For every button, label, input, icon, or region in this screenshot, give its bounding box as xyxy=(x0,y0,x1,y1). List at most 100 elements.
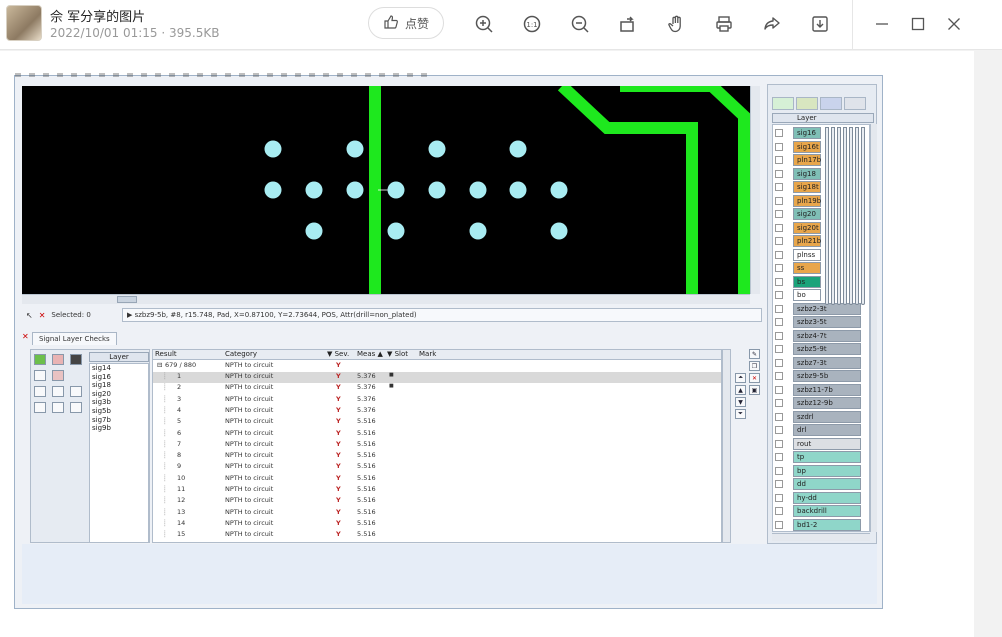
layer-row[interactable]: szbz9-5b xyxy=(793,370,861,382)
pad[interactable] xyxy=(264,181,282,199)
next-icon[interactable]: ▼ xyxy=(735,397,746,407)
pad[interactable] xyxy=(428,140,446,158)
table-row[interactable]: ┊ 5 NPTH to circuit Y 5.516 xyxy=(153,417,721,428)
layer-panel-vscroll[interactable] xyxy=(870,124,877,532)
layer-row[interactable]: szbz3-5t xyxy=(793,316,861,328)
pad[interactable] xyxy=(387,222,405,240)
pad[interactable] xyxy=(264,140,282,158)
pad[interactable] xyxy=(469,222,487,240)
run-check-icon[interactable] xyxy=(34,354,46,365)
close-panel-icon[interactable]: ✕ xyxy=(22,332,29,341)
layer-row[interactable]: szbz12-9b xyxy=(793,397,861,409)
rotate-icon[interactable] xyxy=(616,12,640,36)
layer-visibility-checkbox[interactable] xyxy=(775,304,783,313)
layer-visibility-checkbox[interactable] xyxy=(775,426,783,434)
layer-row[interactable]: tp xyxy=(793,451,861,463)
results-scrollbar[interactable] xyxy=(722,349,731,543)
layer-list-item[interactable]: sig14 xyxy=(92,364,148,373)
pad[interactable] xyxy=(469,181,487,199)
sort-icon[interactable] xyxy=(52,386,64,397)
column-header[interactable]: Meas ▲ xyxy=(357,350,383,358)
print-icon[interactable] xyxy=(712,12,736,36)
layer-visibility-checkbox[interactable] xyxy=(775,250,783,259)
report-icon[interactable] xyxy=(52,354,64,365)
last-icon[interactable]: ⏷ xyxy=(735,409,746,419)
layer-column-header[interactable]: Layer xyxy=(89,352,149,362)
layer-visibility-checkbox[interactable] xyxy=(775,520,783,529)
layer-visibility-checkbox[interactable] xyxy=(775,331,783,340)
layer-row[interactable]: hy-dd xyxy=(793,491,861,504)
layer-visibility-checkbox[interactable] xyxy=(775,493,783,502)
layer-visibility-checkbox[interactable] xyxy=(775,412,783,421)
filter-icon[interactable] xyxy=(34,370,46,381)
layer-row[interactable]: szbz7-3t xyxy=(793,356,861,369)
pointer-icon[interactable]: ↖ xyxy=(26,311,33,320)
pad[interactable] xyxy=(509,140,527,158)
layer-row[interactable]: bp xyxy=(793,464,861,477)
tab-edit[interactable] xyxy=(796,97,818,110)
layer-panel-hscroll[interactable] xyxy=(772,533,870,541)
column-header[interactable]: Mark xyxy=(419,350,436,358)
pad[interactable] xyxy=(387,181,405,199)
table-row[interactable]: ⊟ 679 / 880 NPTH to circuit Y xyxy=(153,361,721,372)
copy-icon[interactable]: ❐ xyxy=(749,361,760,371)
scroll-thumb[interactable] xyxy=(117,296,137,303)
layer-visibility-checkbox[interactable] xyxy=(775,453,783,461)
column-header[interactable]: Category xyxy=(225,350,257,358)
layer-visibility-checkbox[interactable] xyxy=(775,169,783,178)
table-row[interactable]: ┊ 12 NPTH to circuit Y 5.516 xyxy=(153,496,721,507)
delete-icon[interactable]: ✕ xyxy=(749,373,760,383)
layer-row[interactable]: ss xyxy=(793,262,821,274)
layer-visibility-checkbox[interactable] xyxy=(775,223,783,232)
zoom-out-icon[interactable] xyxy=(568,12,592,36)
prev-icon[interactable]: ▲ xyxy=(735,385,746,395)
layer-list-item[interactable]: sig3b xyxy=(92,398,148,407)
column-header[interactable]: ▼ Sev. xyxy=(327,350,349,358)
layer-row[interactable]: rout xyxy=(793,437,861,450)
layer-visibility-checkbox[interactable] xyxy=(775,210,783,218)
select-icon[interactable] xyxy=(70,386,82,397)
layer-list-item[interactable]: sig20 xyxy=(92,390,148,399)
layer-list-item[interactable]: sig5b xyxy=(92,407,148,416)
tab-options[interactable] xyxy=(844,97,866,110)
pad[interactable] xyxy=(346,140,364,158)
layer-visibility-checkbox[interactable] xyxy=(775,237,783,245)
layer-visibility-checkbox[interactable] xyxy=(775,399,783,407)
pcb-view[interactable] xyxy=(22,86,750,294)
hand-icon[interactable] xyxy=(664,12,688,36)
table-row[interactable]: ┊ 9 NPTH to circuit Y 5.516 xyxy=(153,462,721,473)
layer-visibility-checkbox[interactable] xyxy=(775,466,783,475)
layer-visibility-checkbox[interactable] xyxy=(775,385,783,394)
table-row[interactable]: ┊ 13 NPTH to circuit Y 5.516 xyxy=(153,508,721,519)
search-icon[interactable] xyxy=(34,402,46,413)
table-row[interactable]: ┊ 11 NPTH to circuit Y 5.516 xyxy=(153,485,721,496)
layer-row[interactable]: bs xyxy=(793,275,821,288)
close-icon[interactable] xyxy=(944,14,964,34)
table-row[interactable]: ┊ 8 NPTH to circuit Y 5.516 xyxy=(153,451,721,462)
table-row[interactable]: ┊ 15 NPTH to circuit Y 5.516 xyxy=(153,530,721,541)
layer-visibility-checkbox[interactable] xyxy=(775,358,783,367)
pad[interactable] xyxy=(428,181,446,199)
layer-visibility-checkbox[interactable] xyxy=(775,507,783,515)
layer-visibility-checkbox[interactable] xyxy=(775,291,783,299)
layer-list-item[interactable]: sig9b xyxy=(92,424,148,433)
minimize-icon[interactable] xyxy=(872,14,892,34)
layer-row[interactable]: pln21b xyxy=(793,235,821,247)
clear-selection-icon[interactable]: ✕ xyxy=(39,311,46,320)
layer-visibility-checkbox[interactable] xyxy=(775,264,783,272)
funnel-icon[interactable] xyxy=(52,370,64,381)
table-row[interactable]: ┊ 4 NPTH to circuit Y 5.376 xyxy=(153,406,721,417)
layer-row[interactable]: pln19b xyxy=(793,194,821,207)
pad[interactable] xyxy=(305,181,323,199)
results-grid[interactable]: Result Category ▼ Sev. Meas ▲ ▼ Slot Mark ⊟ 67… xyxy=(152,349,722,543)
layer-row[interactable]: drl xyxy=(793,424,861,436)
layer-visibility-checkbox[interactable] xyxy=(775,345,783,353)
layer-row[interactable]: plnss xyxy=(793,248,821,261)
layer-visibility-checkbox[interactable] xyxy=(775,183,783,191)
layer-visibility-checkbox[interactable] xyxy=(775,129,783,137)
first-icon[interactable]: ⏶ xyxy=(735,373,746,383)
edit-icon[interactable]: ✎ xyxy=(749,349,760,359)
layer-list-item[interactable]: sig18 xyxy=(92,381,148,390)
layer-panel-list[interactable]: sig16 sig16t pln17b sig18 sig18t pln19b sig20 s… xyxy=(772,124,870,532)
pcb-vertical-scrollbar[interactable] xyxy=(750,86,760,294)
